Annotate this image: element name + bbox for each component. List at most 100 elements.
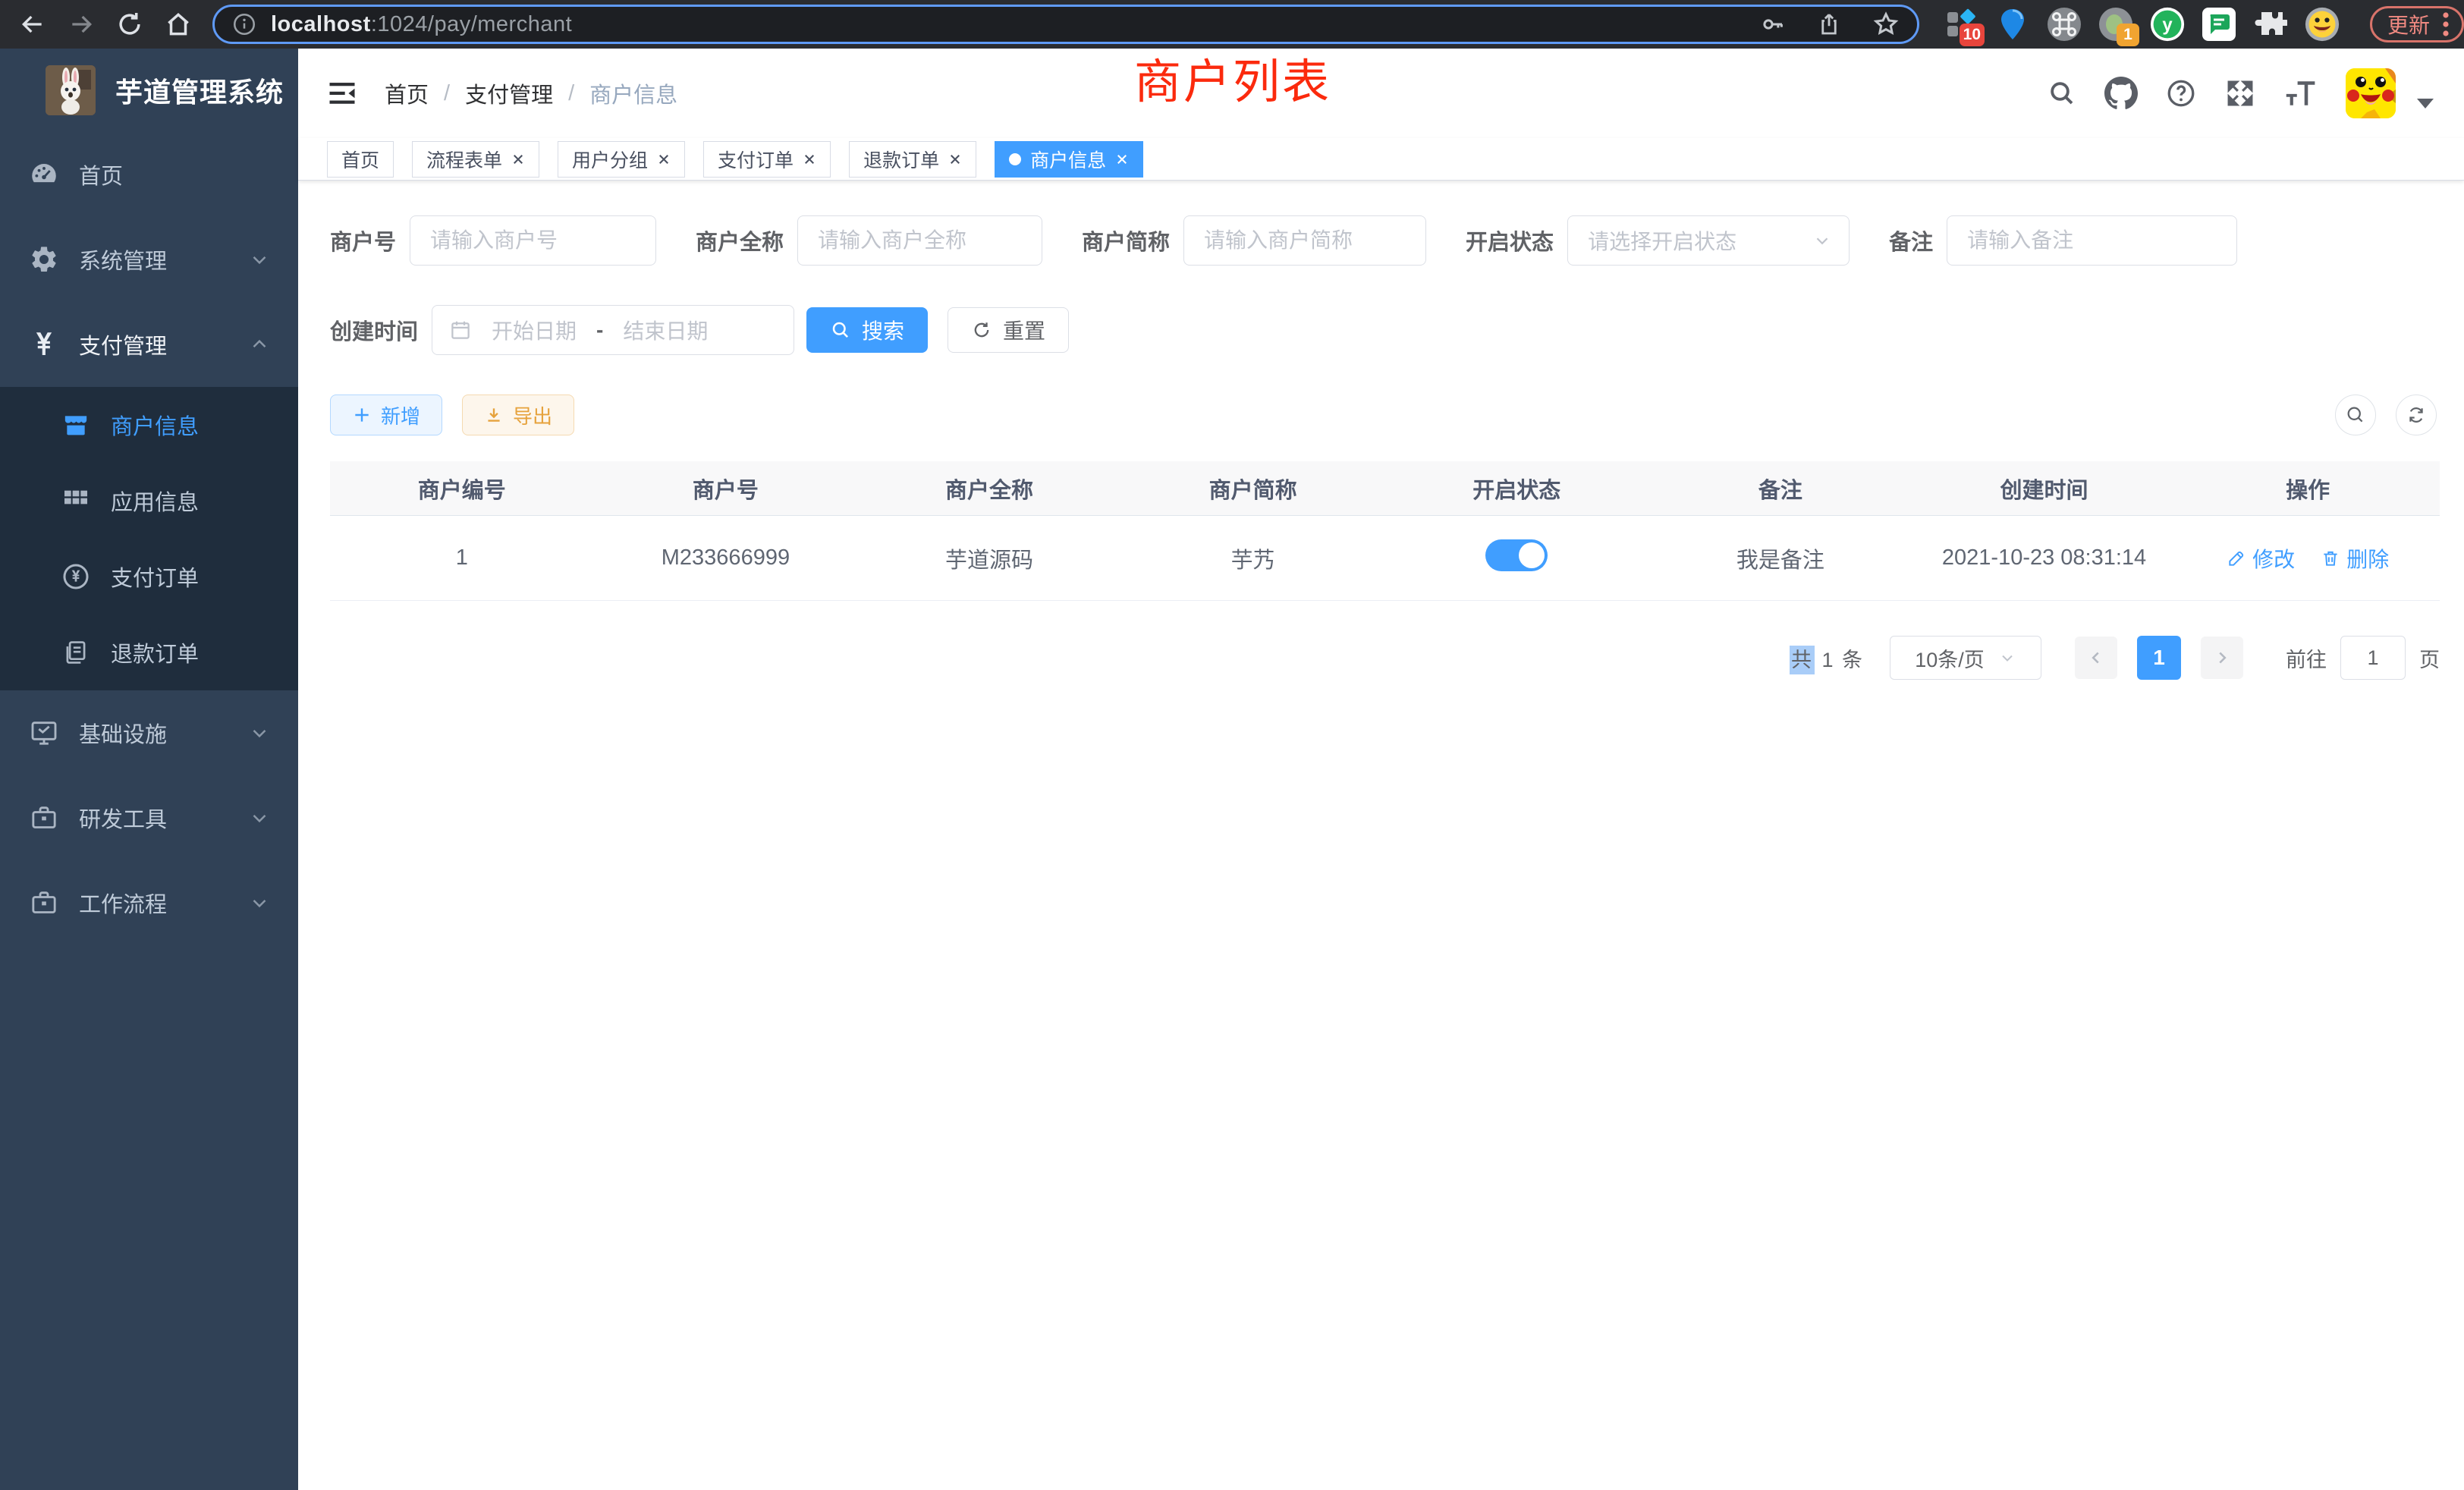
merchant-no-input[interactable] — [410, 215, 656, 266]
share-icon[interactable] — [1815, 11, 1843, 38]
merchant-name-input[interactable] — [797, 215, 1042, 266]
search-button[interactable]: 搜索 — [806, 307, 928, 353]
font-size-icon[interactable] — [2283, 77, 2318, 109]
tab-close-icon[interactable] — [657, 152, 671, 166]
status-select-placeholder: 请选择开启状态 — [1588, 225, 1736, 256]
current-page-button[interactable]: 1 — [2137, 636, 2181, 680]
profile-extension-icon[interactable]: 1 — [2098, 7, 2133, 42]
avatar-dropdown-caret[interactable] — [2417, 99, 2434, 108]
extensions-puzzle-icon[interactable] — [2253, 7, 2288, 42]
col-actions: 操作 — [2176, 473, 2440, 505]
tab-refund-order[interactable]: 退款订单 — [849, 141, 976, 178]
breadcrumb-home[interactable]: 首页 — [385, 77, 429, 109]
next-page-button[interactable] — [2201, 637, 2243, 679]
logo-rabbit-image — [46, 65, 96, 115]
sidebar-item-system[interactable]: 系统管理 — [0, 217, 298, 302]
merchant-short-input[interactable] — [1183, 215, 1426, 266]
filter-row-2: 创建时间 开始日期 - 结束日期 搜索 重置 — [330, 305, 2440, 355]
edit-link[interactable]: 修改 — [2227, 543, 2295, 574]
password-key-icon[interactable] — [1759, 11, 1787, 38]
tab-close-icon[interactable] — [948, 152, 962, 166]
merchant-table: 商户编号 商户号 商户全称 商户简称 开启状态 备注 创建时间 操作 1 M23… — [330, 461, 2440, 601]
delete-link[interactable]: 删除 — [2321, 543, 2389, 574]
breadcrumb-current: 商户信息 — [589, 77, 677, 109]
github-icon[interactable] — [2104, 77, 2138, 110]
browser-home-button[interactable] — [156, 3, 200, 46]
jump-prefix: 前往 — [2286, 643, 2327, 673]
table-row: 1 M233666999 芋道源码 芋艿 我是备注 2021-10-23 08:… — [330, 516, 2440, 601]
sidebar-item-workflow[interactable]: 工作流程 — [0, 860, 298, 945]
filter-label: 开启状态 — [1466, 225, 1554, 256]
sidebar-item-payment[interactable]: 支付管理 — [0, 302, 298, 387]
toggle-search-button[interactable] — [2335, 395, 2376, 435]
export-button[interactable]: 导出 — [462, 395, 574, 435]
tab-process-form[interactable]: 流程表单 — [412, 141, 539, 178]
browser-back-button[interactable] — [11, 3, 55, 46]
sidebar-item-infra[interactable]: 基础设施 — [0, 690, 298, 775]
tab-close-icon[interactable] — [511, 152, 525, 166]
breadcrumb-payment[interactable]: 支付管理 — [465, 77, 553, 109]
yen-circle-icon — [58, 561, 94, 592]
tab-merchant-info[interactable]: 商户信息 — [995, 141, 1143, 178]
sidebar-item-pay-order[interactable]: 支付订单 — [0, 539, 298, 615]
tab-home[interactable]: 首页 — [327, 141, 394, 178]
command-icon[interactable] — [2047, 7, 2082, 42]
jump-page-input[interactable] — [2340, 636, 2406, 680]
chat-extension-icon[interactable] — [2202, 7, 2236, 42]
dashboard-icon — [26, 159, 62, 190]
refresh-table-button[interactable] — [2396, 395, 2437, 435]
tab-close-icon[interactable] — [803, 152, 816, 166]
y-logo-extension-icon[interactable]: y — [2150, 7, 2185, 42]
emoji-avatar-icon[interactable] — [2305, 7, 2340, 42]
extension-badge: 10 — [1960, 24, 1985, 46]
sidebar: 芋道管理系统 首页 系统管理 支付管理 — [0, 49, 298, 1490]
breadcrumb: 首页 / 支付管理 / 商户信息 — [385, 77, 677, 109]
page-info-icon[interactable] — [231, 11, 257, 37]
reset-button[interactable]: 重置 — [948, 307, 1069, 353]
help-icon[interactable] — [2165, 77, 2197, 109]
back-arrow-icon — [17, 9, 48, 39]
prev-page-button[interactable] — [2075, 637, 2117, 679]
chevron-right-icon — [2212, 648, 2232, 668]
add-button-label: 新增 — [381, 401, 420, 429]
cell-merchant-id: 1 — [330, 545, 594, 571]
tab-close-icon[interactable] — [1115, 152, 1129, 166]
status-toggle[interactable] — [1485, 539, 1548, 571]
update-label: 更新 — [2387, 9, 2430, 39]
filter-merchant-no: 商户号 — [330, 215, 656, 266]
blue-gem-icon[interactable] — [1995, 7, 2030, 42]
add-button[interactable]: 新增 — [330, 395, 442, 435]
sidebar-logo[interactable]: 芋道管理系统 — [0, 49, 298, 132]
fullscreen-icon[interactable] — [2224, 77, 2256, 109]
browser-forward-button[interactable] — [59, 3, 103, 46]
filter-label: 商户全称 — [696, 225, 784, 256]
page-size-select[interactable]: 10条/页 — [1890, 636, 2041, 680]
bookmark-star-icon[interactable] — [1872, 10, 1900, 39]
sidebar-item-merchant-info[interactable]: 商户信息 — [0, 387, 298, 463]
sidebar-item-refund-order[interactable]: 退款订单 — [0, 615, 298, 690]
sidebar-item-app-info[interactable]: 应用信息 — [0, 463, 298, 539]
chevron-down-icon — [1998, 649, 2016, 667]
status-select[interactable]: 请选择开启状态 — [1567, 215, 1850, 266]
remark-input[interactable] — [1947, 215, 2237, 266]
col-remark: 备注 — [1648, 473, 1912, 505]
extension-grid-icon[interactable]: 10 — [1944, 7, 1978, 42]
date-range-picker[interactable]: 开始日期 - 结束日期 — [432, 305, 794, 355]
sidebar-item-home[interactable]: 首页 — [0, 132, 298, 217]
sidebar-item-dev-tools[interactable]: 研发工具 — [0, 775, 298, 860]
user-avatar[interactable] — [2346, 68, 2396, 118]
address-bar[interactable]: localhost:1024/pay/merchant — [212, 5, 1919, 44]
browser-update-button[interactable]: 更新 — [2370, 6, 2464, 42]
browser-menu-icon[interactable] — [2442, 11, 2450, 38]
sidebar-collapse-button[interactable] — [325, 77, 359, 110]
browser-reload-button[interactable] — [108, 3, 152, 46]
page-size-value: 10条/页 — [1915, 643, 1985, 673]
tab-user-group[interactable]: 用户分组 — [558, 141, 685, 178]
documents-icon — [58, 638, 94, 667]
tab-label: 流程表单 — [426, 146, 502, 173]
tab-pay-order[interactable]: 支付订单 — [703, 141, 831, 178]
browser-toolbar: localhost:1024/pay/merchant 10 1 — [0, 0, 2464, 49]
main-area: 首页 / 支付管理 / 商户信息 — [298, 49, 2464, 1490]
tab-label: 退款订单 — [863, 146, 939, 173]
header-search-icon[interactable] — [2047, 78, 2077, 108]
